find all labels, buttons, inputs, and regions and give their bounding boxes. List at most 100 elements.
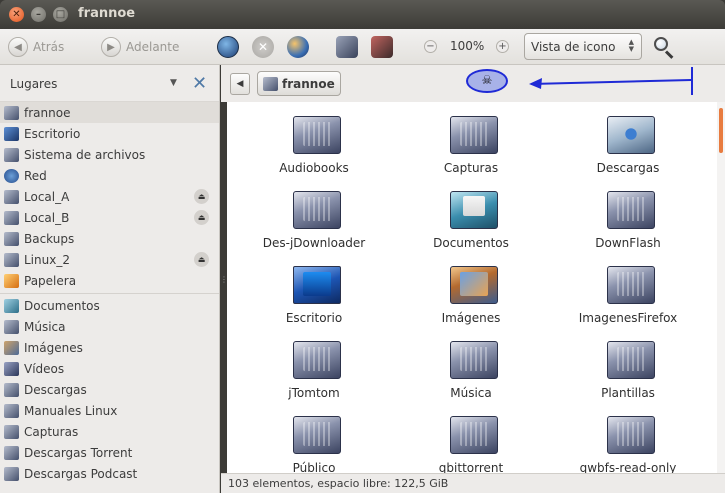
home-folder-icon [4, 105, 19, 120]
file-item[interactable]: qwbfs-read-only [553, 402, 703, 473]
file-item[interactable]: Imágenes [396, 252, 546, 327]
file-name: ImagenesFirefox [578, 311, 678, 325]
pane-splitter[interactable]: ⋮ [220, 275, 228, 287]
sidebar-item-label: Manuales Linux [24, 403, 118, 418]
sidebar-item[interactable]: Descargas [0, 379, 219, 400]
sidebar-item-label: Red [24, 168, 47, 183]
file-name: Des-jDownloader [262, 236, 366, 250]
minimize-window-button[interactable]: – [31, 7, 46, 22]
places-list: frannoe Escritorio Sistema de archivos Red L… [0, 102, 219, 484]
sidebar-item[interactable]: Descargas Podcast [0, 463, 219, 484]
home-button[interactable] [287, 36, 309, 58]
zoom-level: 100% [450, 39, 485, 53]
sidebar-item-label: Local_A [24, 189, 70, 204]
sidebar-item-label: Documentos [24, 298, 100, 313]
arrow-left-icon: ◀ [8, 37, 28, 57]
sidebar-item[interactable]: Escritorio [0, 123, 219, 144]
reload-button[interactable]: ✕ [252, 36, 274, 58]
file-name: Imágenes [441, 311, 501, 325]
status-text: 103 elementos, espacio libre: 122,5 GiB [228, 477, 449, 490]
sidebar-item-label: Descargas [24, 382, 87, 397]
vertical-scrollbar[interactable] [717, 102, 725, 473]
folder-icon [4, 466, 19, 481]
file-view[interactable]: Audiobooks Capturas Descargas Des-jDownload… [227, 102, 717, 473]
sidebar-item[interactable]: Local_A ⏏ [0, 186, 219, 207]
file-item[interactable]: ImagenesFirefox [553, 252, 703, 327]
path-back-button[interactable]: ◀ [230, 73, 250, 95]
sidebar-item[interactable]: Papelera [0, 270, 219, 291]
sidebar-item[interactable]: Sistema de archivos [0, 144, 219, 165]
file-item[interactable]: qbittorrent [396, 402, 546, 473]
close-sidebar-button[interactable]: ✕ [192, 73, 207, 94]
forward-button[interactable]: ▶ Adelante [101, 35, 179, 59]
title-bar: ✕ – □ frannoe [0, 0, 725, 29]
sidebar-item-label: Descargas Torrent [24, 445, 133, 460]
scrollbar-thumb[interactable] [719, 108, 723, 153]
file-name: Audiobooks [279, 161, 349, 175]
sidebar-item-label: Capturas [24, 424, 79, 439]
folder-icon [607, 266, 655, 304]
sidebar-item[interactable]: Red [0, 165, 219, 186]
location-bar: ◀ frannoe ☠ [221, 65, 725, 102]
eject-icon[interactable]: ⏏ [194, 189, 209, 204]
file-item[interactable]: Descargas [553, 102, 703, 177]
folder-icon [450, 266, 498, 304]
sidebar-dropdown-button[interactable]: ▼ [170, 78, 177, 88]
sidebar-item[interactable]: Local_B ⏏ [0, 207, 219, 228]
folder-icon [4, 319, 19, 334]
eject-icon[interactable]: ⏏ [194, 210, 209, 225]
sidebar-item[interactable]: Documentos [0, 295, 219, 316]
file-item[interactable]: Escritorio [239, 252, 389, 327]
file-item[interactable]: Documentos [396, 177, 546, 252]
folder-icon [4, 424, 19, 439]
file-name: DownFlash [595, 236, 661, 250]
drive-icon [4, 210, 19, 225]
sidebar-item[interactable]: Manuales Linux [0, 400, 219, 421]
file-item[interactable]: Audiobooks [239, 102, 389, 177]
computer-button[interactable] [336, 36, 358, 58]
sidebar-item[interactable]: Capturas [0, 421, 219, 442]
zoom-in-button[interactable]: + [496, 40, 509, 53]
folder-icon [450, 116, 498, 154]
network-button[interactable] [371, 36, 393, 58]
sidebar-item[interactable]: Backups [0, 228, 219, 249]
sidebar-item[interactable]: Linux_2 ⏏ [0, 249, 219, 270]
search-button[interactable] [652, 35, 676, 59]
file-item[interactable]: Capturas [396, 102, 546, 177]
maximize-window-button[interactable]: □ [53, 7, 68, 22]
sidebar-item[interactable]: Vídeos [0, 358, 219, 379]
file-item[interactable]: Des-jDownloader [239, 177, 389, 252]
stop-button[interactable] [217, 36, 239, 58]
drive-icon [4, 231, 19, 246]
file-item[interactable]: Público [239, 402, 389, 473]
back-button[interactable]: ◀ Atrás [8, 35, 64, 59]
drive-icon [4, 252, 19, 267]
file-item[interactable]: Plantillas [553, 327, 703, 402]
folder-icon [293, 416, 341, 454]
breadcrumb-home[interactable]: frannoe [257, 71, 341, 96]
zoom-out-button[interactable]: − [424, 40, 437, 53]
folder-icon [293, 266, 341, 304]
folder-icon [607, 341, 655, 379]
file-item[interactable]: Música [396, 327, 546, 402]
sidebar-divider [0, 293, 219, 294]
sidebar-item-label: Backups [24, 231, 75, 246]
folder-icon [450, 191, 498, 229]
eject-icon[interactable]: ⏏ [194, 252, 209, 267]
view-mode-select[interactable]: Vista de icono ▲ ▼ [524, 33, 642, 60]
folder-icon [4, 403, 19, 418]
sidebar-item-label: Papelera [24, 273, 77, 288]
pictures-folder-icon [4, 340, 19, 355]
folder-icon [450, 341, 498, 379]
view-mode-value: Vista de icono [531, 39, 616, 54]
file-name: qbittorrent [438, 461, 504, 473]
sidebar-title: Lugares [10, 77, 58, 91]
sidebar-item[interactable]: Descargas Torrent [0, 442, 219, 463]
close-window-button[interactable]: ✕ [9, 7, 24, 22]
file-item[interactable]: DownFlash [553, 177, 703, 252]
sidebar-item[interactable]: frannoe [0, 102, 219, 123]
file-item[interactable]: jTomtom [239, 327, 389, 402]
sidebar-item[interactable]: Música [0, 316, 219, 337]
folder-icon [607, 416, 655, 454]
sidebar-item[interactable]: Imágenes [0, 337, 219, 358]
